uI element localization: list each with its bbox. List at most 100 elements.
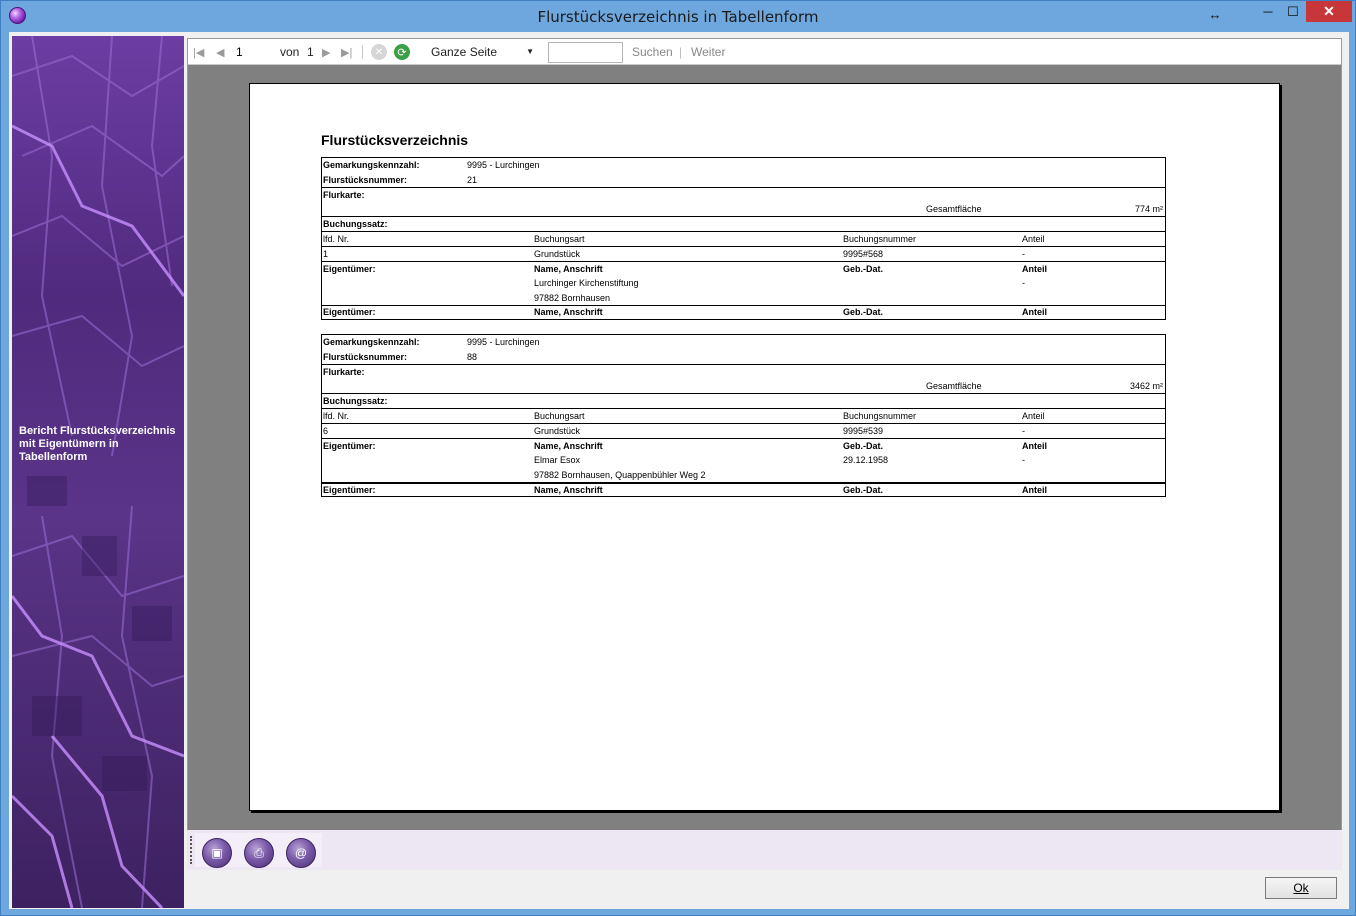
side-banner: Bericht Flurstücksverzeichnis mit Eigent… [12, 36, 184, 908]
flurkarte-row: Flurkarte: Gesamtfläche 3462 m² [322, 365, 1165, 394]
lfd-value: 6 [323, 426, 329, 436]
resize-arrows-icon[interactable]: ↔ [1201, 4, 1229, 25]
banner-caption: Bericht Flurstücksverzeichnis mit Eigent… [19, 425, 176, 463]
first-page-icon[interactable]: |◀ [193, 43, 204, 61]
print-button[interactable]: ⎙ [244, 838, 274, 868]
maximize-button[interactable]: ☐ [1281, 1, 1305, 22]
banner-map-graphic [12, 36, 184, 908]
buchung-header-row: lfd. Nr. Buchungsart Buchungsnummer Ante… [322, 232, 1165, 247]
stop-icon[interactable]: ✕ [371, 44, 387, 60]
email-icon: @ [294, 846, 308, 860]
gesamtflaeche-label: Gesamtfläche [926, 204, 982, 214]
anteil-header: Anteil [1022, 441, 1048, 451]
report-viewer: |◀ ◀ von 1 ▶ ▶| ✕ ⟳ Ganze Seite ▼ Suchen… [187, 38, 1342, 830]
col-lfd-header: lfd. Nr. [323, 411, 350, 421]
owner-address: 97882 Bornhausen, Quappenbühler Weg 2 [534, 470, 706, 480]
gemarkung-row: Gemarkungskennzahl: 9995 - Lurchingen [322, 158, 1165, 173]
gesamtflaeche-value: 774 m² [1134, 204, 1163, 214]
chevron-down-icon: ▼ [526, 47, 534, 56]
flurstueck-label: Flurstücksnummer: [323, 352, 408, 362]
report-page: Flurstücksverzeichnis Gemarkungskennzahl… [249, 83, 1280, 811]
save-button[interactable]: ▣ [202, 838, 232, 868]
geb-header: Geb.-Dat. [843, 441, 884, 451]
window-title: Flurstücksverzeichnis in Tabellenform [537, 8, 819, 26]
col-buchungsart-header: Buchungsart [534, 234, 585, 244]
geb-header: Geb.-Dat. [843, 307, 884, 317]
search-input[interactable] [548, 42, 623, 63]
buchungsart-value: Grundstück [534, 426, 581, 436]
buchungssatz-row: Buchungssatz: [322, 394, 1165, 409]
gemarkung-row: Gemarkungskennzahl: 9995 - Lurchingen [322, 335, 1165, 350]
gemarkung-label: Gemarkungskennzahl: [323, 160, 420, 170]
eigentuemer-label: Eigentümer: [323, 485, 376, 495]
previous-page-icon[interactable]: ◀ [216, 43, 224, 61]
buchung-header-row: lfd. Nr. Buchungsart Buchungsnummer Ante… [322, 409, 1165, 424]
find-link[interactable]: Suchen [632, 43, 673, 61]
ok-button[interactable]: Ok [1265, 877, 1337, 899]
owner-anteil: - [1022, 455, 1025, 465]
refresh-icon[interactable]: ⟳ [394, 44, 410, 60]
close-button[interactable]: ✕ [1306, 1, 1352, 22]
col-lfd-header: lfd. Nr. [323, 234, 350, 244]
gesamtflaeche-label: Gesamtfläche [926, 381, 982, 391]
owner-name: Lurchinger Kirchenstiftung [534, 278, 639, 288]
floppy-disk-icon: ▣ [211, 846, 223, 860]
buchung-row: 6 Grundstück 9995#539 - [322, 424, 1165, 439]
ok-button-label: Ok [1293, 881, 1309, 895]
lfd-value: 1 [323, 249, 329, 259]
export-toolbar: ▣ ⎙ @ [187, 830, 1342, 870]
buchungsart-value: Grundstück [534, 249, 581, 259]
buchungsnummer-value: 9995#568 [843, 249, 884, 259]
anteil-value: - [1022, 249, 1025, 259]
anteil-value: - [1022, 426, 1025, 436]
geb-header: Geb.-Dat. [843, 264, 884, 274]
owner-anteil: - [1022, 278, 1025, 288]
last-page-icon[interactable]: ▶| [341, 43, 352, 61]
email-button[interactable]: @ [286, 838, 316, 868]
name-header: Name, Anschrift [534, 485, 603, 495]
of-label: von [280, 45, 300, 59]
col-buchungsnummer-header: Buchungsnummer [843, 411, 917, 421]
eigentuemer-footer-row: Eigentümer: Name, Anschrift Geb.-Dat. An… [322, 306, 1165, 319]
parcel-block: Gemarkungskennzahl: 9995 - Lurchingen Fl… [321, 334, 1166, 497]
owner-address: 97882 Bornhausen [534, 293, 611, 303]
eigentuemer-footer-row: Eigentümer: Name, Anschrift Geb.-Dat. An… [322, 483, 1165, 496]
eigentuemer-row: Eigentümer: Name, Anschrift Geb.-Dat. An… [322, 439, 1165, 483]
col-buchungsart-header: Buchungsart [534, 411, 585, 421]
gemarkung-value: 9995 - Lurchingen [467, 337, 540, 347]
buchungssatz-row: Buchungssatz: [322, 217, 1165, 232]
flurkarte-row: Flurkarte: Gesamtfläche 774 m² [322, 188, 1165, 217]
geb-header: Geb.-Dat. [843, 485, 884, 495]
page-number-input[interactable] [236, 43, 274, 61]
flurkarte-label: Flurkarte: [323, 190, 365, 200]
zoom-select-value: Ganze Seite [431, 45, 498, 59]
title-bar[interactable]: Flurstücksverzeichnis in Tabellenform ↔ … [1, 1, 1355, 32]
export-tool-tray: ▣ ⎙ @ [195, 833, 322, 868]
gemarkung-value: 9995 - Lurchingen [467, 160, 540, 170]
app-window: Flurstücksverzeichnis in Tabellenform ↔ … [0, 0, 1356, 916]
gesamtflaeche-value: 3462 m² [1129, 381, 1163, 391]
parcel-block: Gemarkungskennzahl: 9995 - Lurchingen Fl… [321, 157, 1166, 320]
buchungssatz-label: Buchungssatz: [323, 219, 388, 229]
flurstueck-value: 88 [467, 352, 478, 362]
find-next-link[interactable]: Weiter [691, 43, 725, 61]
total-pages: 1 [307, 45, 314, 59]
buchungsnummer-value: 9995#539 [843, 426, 884, 436]
col-anteil-header: Anteil [1022, 234, 1045, 244]
owner-name: Elmar Esox [534, 455, 581, 465]
minimize-button[interactable]: ─ [1255, 1, 1281, 22]
eigentuemer-label: Eigentümer: [323, 441, 376, 451]
toolbar-grip[interactable] [190, 836, 193, 864]
flurstueck-row: Flurstücksnummer: 21 [322, 173, 1165, 188]
next-page-icon[interactable]: ▶ [322, 43, 330, 61]
zoom-select[interactable]: Ganze Seite ▼ [426, 42, 538, 62]
report-canvas[interactable]: Flurstücksverzeichnis Gemarkungskennzahl… [188, 66, 1341, 830]
toolbar-separator-glyph: | [679, 45, 683, 59]
buchung-row: 1 Grundstück 9995#568 - [322, 247, 1165, 262]
eigentuemer-row: Eigentümer: Name, Anschrift Geb.-Dat. An… [322, 262, 1165, 306]
col-buchungsnummer-header: Buchungsnummer [843, 234, 917, 244]
anteil-header: Anteil [1022, 264, 1048, 274]
name-header: Name, Anschrift [534, 307, 603, 317]
anteil-header: Anteil [1022, 307, 1048, 317]
viewer-toolbar: |◀ ◀ von 1 ▶ ▶| ✕ ⟳ Ganze Seite ▼ Suchen… [188, 39, 1341, 65]
